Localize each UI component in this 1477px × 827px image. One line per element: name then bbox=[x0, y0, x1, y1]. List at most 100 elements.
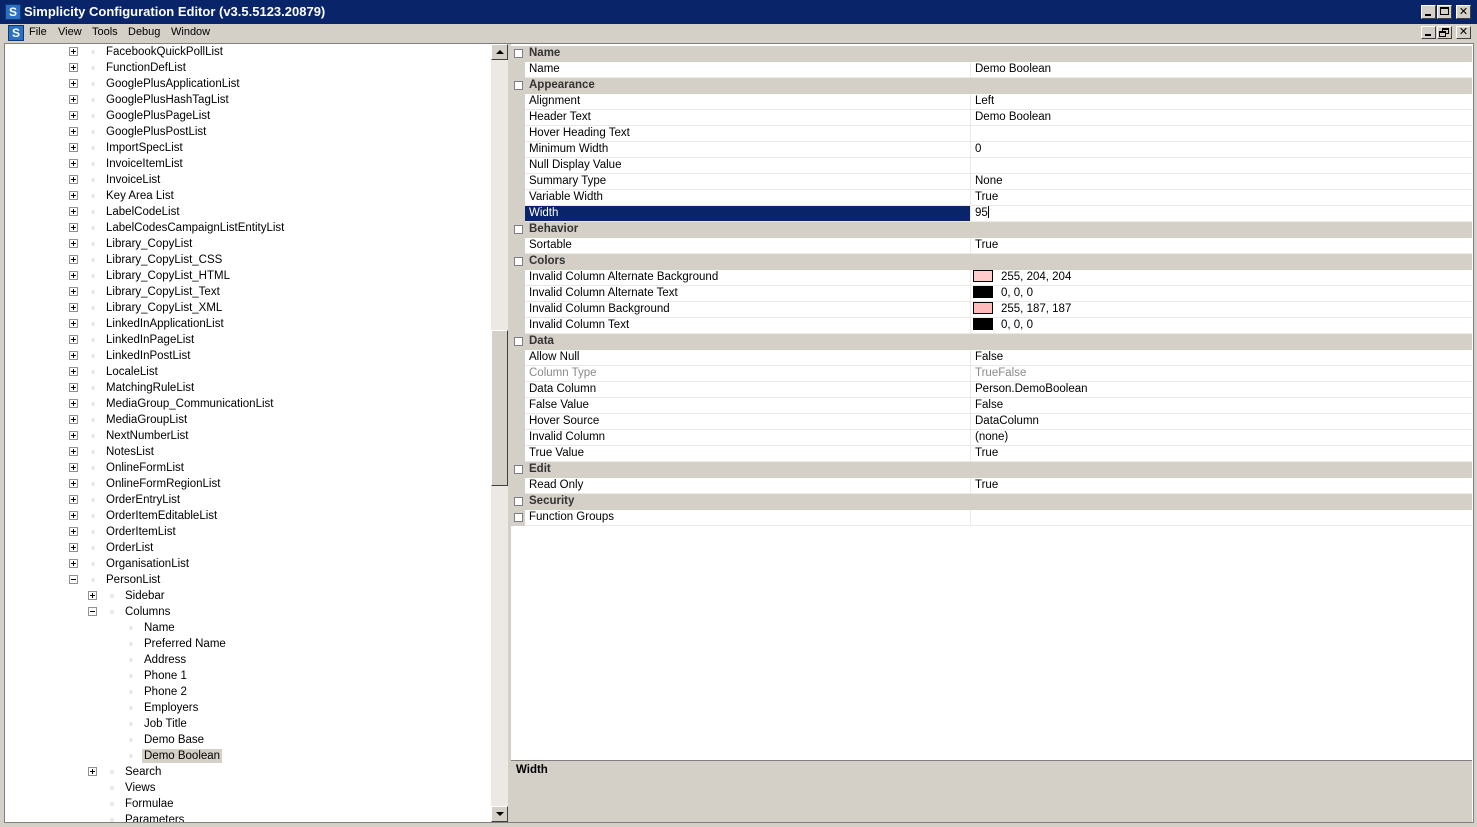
property-name[interactable]: Data Column bbox=[525, 382, 971, 398]
tree-node[interactable]: Views bbox=[5, 780, 491, 796]
expand-icon[interactable] bbox=[69, 175, 78, 184]
tree-node[interactable]: Address bbox=[5, 652, 491, 668]
tree-node-label[interactable]: InvoiceList bbox=[104, 173, 162, 187]
tree-node[interactable]: GooglePlusHashTagList bbox=[5, 92, 491, 108]
property-name[interactable]: Invalid Column Background bbox=[525, 302, 971, 318]
tree-node[interactable]: GooglePlusPostList bbox=[5, 124, 491, 140]
tree-node-label[interactable]: LabelCodesCampaignListEntityList bbox=[104, 221, 286, 235]
tree-node[interactable]: Library_CopyList_Text bbox=[5, 284, 491, 300]
tree-node-label[interactable]: Phone 1 bbox=[142, 669, 189, 683]
tree-node[interactable]: OrganisationList bbox=[5, 556, 491, 572]
tree-node-label[interactable]: OrderItemEditableList bbox=[104, 509, 219, 523]
property-row[interactable]: Invalid Column Background 255, 187, 187 bbox=[511, 302, 1472, 318]
expand-icon[interactable] bbox=[69, 351, 78, 360]
property-value[interactable]: 0, 0, 0 bbox=[971, 286, 1472, 302]
tree-node-label[interactable]: Library_CopyList bbox=[104, 237, 194, 251]
expand-icon[interactable] bbox=[69, 207, 78, 216]
tree-node-label[interactable]: GooglePlusPostList bbox=[104, 125, 208, 139]
expand-icon[interactable] bbox=[514, 513, 523, 522]
property-name[interactable]: Column Type bbox=[525, 366, 971, 382]
tree-node[interactable]: Columns bbox=[5, 604, 491, 620]
property-row[interactable]: Variable Width True bbox=[511, 190, 1472, 206]
property-value[interactable]: True bbox=[971, 446, 1472, 462]
tree-node-label[interactable]: Library_CopyList_CSS bbox=[104, 253, 224, 267]
tree-node-label[interactable]: Address bbox=[142, 653, 188, 667]
tree-node-label[interactable]: MatchingRuleList bbox=[104, 381, 196, 395]
property-row[interactable]: Hover Heading Text bbox=[511, 126, 1472, 142]
tree-node[interactable]: LabelCodeList bbox=[5, 204, 491, 220]
expand-icon[interactable] bbox=[69, 447, 78, 456]
tree-node-label[interactable]: MediaGroupList bbox=[104, 413, 189, 427]
tree-node-label[interactable]: OnlineFormRegionList bbox=[104, 477, 222, 491]
tree-node-label[interactable]: MediaGroup_CommunicationList bbox=[104, 397, 275, 411]
tree-node[interactable]: LabelCodesCampaignListEntityList bbox=[5, 220, 491, 236]
tree-node[interactable]: Phone 2 bbox=[5, 684, 491, 700]
property-value[interactable]: True bbox=[971, 238, 1472, 254]
property-value[interactable]: 255, 204, 204 bbox=[971, 270, 1472, 286]
property-row[interactable]: Invalid Column (none) bbox=[511, 430, 1472, 446]
property-row[interactable]: Summary Type None bbox=[511, 174, 1472, 190]
expand-icon[interactable] bbox=[69, 191, 78, 200]
tree-node[interactable]: MediaGroupList bbox=[5, 412, 491, 428]
property-row[interactable]: Read Only True bbox=[511, 478, 1472, 494]
tree-node[interactable]: Library_CopyList_XML bbox=[5, 300, 491, 316]
expand-icon[interactable] bbox=[69, 127, 78, 136]
tree-node[interactable]: FacebookQuickPollList bbox=[5, 44, 491, 60]
tree-node-label[interactable]: Views bbox=[123, 781, 157, 795]
collapse-icon[interactable] bbox=[88, 607, 97, 616]
expand-icon[interactable] bbox=[69, 383, 78, 392]
property-value[interactable]: Person.DemoBoolean bbox=[971, 382, 1472, 398]
tree-node[interactable]: GooglePlusPageList bbox=[5, 108, 491, 124]
tree-node[interactable]: Library_CopyList_CSS bbox=[5, 252, 491, 268]
tree-scrollbar[interactable] bbox=[491, 44, 508, 822]
tree-node-label[interactable]: GooglePlusHashTagList bbox=[104, 93, 231, 107]
property-row[interactable]: Invalid Column Alternate Background 255, … bbox=[511, 270, 1472, 286]
tree-node[interactable]: InvoiceList bbox=[5, 172, 491, 188]
property-name[interactable]: False Value bbox=[525, 398, 971, 414]
property-row[interactable]: Sortable True bbox=[511, 238, 1472, 254]
property-name[interactable]: Null Display Value bbox=[525, 158, 971, 174]
property-value[interactable]: Left bbox=[971, 94, 1472, 110]
property-row[interactable]: Data Column Person.DemoBoolean bbox=[511, 382, 1472, 398]
property-name[interactable]: Invalid Column Text bbox=[525, 318, 971, 334]
tree-node-label[interactable]: OrderEntryList bbox=[104, 493, 182, 507]
property-value[interactable]: False bbox=[971, 398, 1472, 414]
property-row[interactable]: Function Groups bbox=[511, 510, 1472, 526]
property-name[interactable]: Alignment bbox=[525, 94, 971, 110]
property-value[interactable]: 95 bbox=[971, 206, 1472, 222]
property-row[interactable]: Invalid Column Text 0, 0, 0 bbox=[511, 318, 1472, 334]
tree-view[interactable]: FacebookQuickPollList FunctionDefList Goog… bbox=[5, 44, 491, 822]
tree-node-label[interactable]: Name bbox=[142, 621, 177, 635]
property-row[interactable]: Name Demo Boolean bbox=[511, 62, 1472, 78]
expand-icon[interactable] bbox=[69, 159, 78, 168]
tree-node[interactable]: Formulae bbox=[5, 796, 491, 812]
property-value[interactable]: (none) bbox=[971, 430, 1472, 446]
expand-icon[interactable] bbox=[69, 255, 78, 264]
property-row[interactable]: Invalid Column Alternate Text 0, 0, 0 bbox=[511, 286, 1472, 302]
tree-node-label[interactable]: Library_CopyList_XML bbox=[104, 301, 224, 315]
expand-icon[interactable] bbox=[69, 431, 78, 440]
property-row[interactable]: Minimum Width 0 bbox=[511, 142, 1472, 158]
tree-node-label[interactable]: Employers bbox=[142, 701, 200, 715]
property-row[interactable]: Column Type TrueFalse bbox=[511, 366, 1472, 382]
property-value[interactable] bbox=[971, 158, 1472, 174]
document-icon[interactable]: S bbox=[8, 25, 24, 41]
menu-view[interactable]: View bbox=[58, 26, 82, 38]
property-name[interactable]: Function Groups bbox=[525, 510, 971, 526]
property-value[interactable]: 255, 187, 187 bbox=[971, 302, 1472, 318]
tree-node-label[interactable]: Formulae bbox=[123, 797, 176, 811]
tree-node[interactable]: LinkedInPageList bbox=[5, 332, 491, 348]
expand-icon[interactable] bbox=[69, 527, 78, 536]
tree-node-label[interactable]: OrderList bbox=[104, 541, 155, 555]
expand-icon[interactable] bbox=[69, 63, 78, 72]
property-name[interactable]: Read Only bbox=[525, 478, 971, 494]
property-name[interactable]: Minimum Width bbox=[525, 142, 971, 158]
expand-icon[interactable] bbox=[69, 543, 78, 552]
tree-node[interactable]: LinkedInApplicationList bbox=[5, 316, 491, 332]
tree-node-label[interactable]: LinkedInPostList bbox=[104, 349, 192, 363]
tree-node-label[interactable]: Key Area List bbox=[104, 189, 176, 203]
tree-node-label[interactable]: OnlineFormList bbox=[104, 461, 186, 475]
collapse-icon[interactable] bbox=[514, 465, 523, 474]
tree-node[interactable]: Preferred Name bbox=[5, 636, 491, 652]
property-value[interactable]: False bbox=[971, 350, 1472, 366]
